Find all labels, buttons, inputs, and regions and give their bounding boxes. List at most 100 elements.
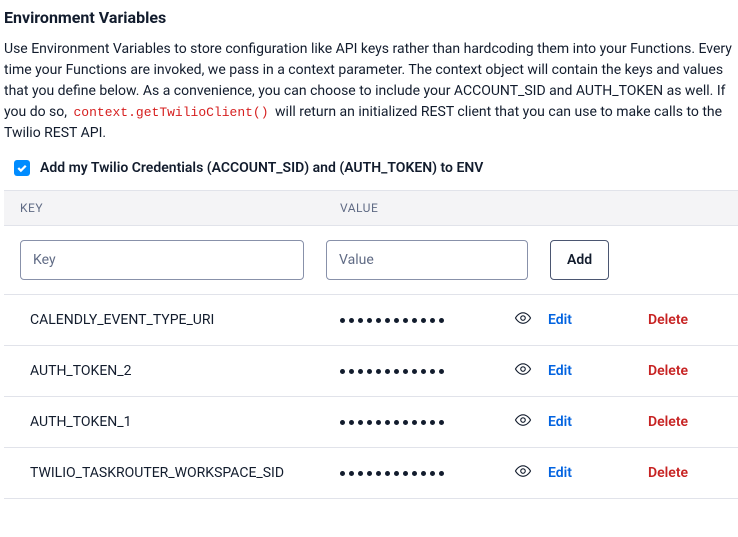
- mask-dot: [394, 471, 399, 476]
- mask-dot: [367, 369, 372, 374]
- edit-button[interactable]: Edit: [548, 414, 572, 430]
- mask-dot: [340, 318, 345, 323]
- delete-button[interactable]: Delete: [648, 414, 688, 430]
- env-table: KEY VALUE Add CALENDLY_EVENT_TYPE_URI Edi…: [4, 190, 738, 499]
- edit-button[interactable]: Edit: [548, 465, 572, 481]
- mask-dot: [430, 318, 435, 323]
- column-header-key: KEY: [20, 201, 340, 215]
- mask-dot: [376, 369, 381, 374]
- mask-dot: [439, 420, 444, 425]
- mask-dot: [403, 471, 408, 476]
- delete-cell: Delete: [648, 414, 688, 430]
- delete-button[interactable]: Delete: [648, 363, 688, 379]
- mask-dot: [376, 471, 381, 476]
- eye-icon: [514, 360, 532, 382]
- check-icon: [16, 162, 28, 174]
- mask-dot: [358, 318, 363, 323]
- edit-button[interactable]: Edit: [548, 312, 572, 328]
- eye-icon: [514, 309, 532, 331]
- env-key: AUTH_TOKEN_2: [30, 363, 340, 379]
- mask-dot: [421, 318, 426, 323]
- mask-dot: [421, 369, 426, 374]
- eye-icon: [514, 411, 532, 433]
- mask-dot: [358, 420, 363, 425]
- mask-dot: [412, 369, 417, 374]
- reveal-cell: [498, 411, 548, 433]
- mask-dot: [430, 471, 435, 476]
- credentials-checkbox-row: Add my Twilio Credentials (ACCOUNT_SID) …: [4, 160, 738, 176]
- mask-dot: [376, 318, 381, 323]
- mask-dot: [349, 420, 354, 425]
- table-row: TWILIO_TASKROUTER_WORKSPACE_SID Edit Delet…: [4, 448, 738, 499]
- edit-cell: Edit: [548, 363, 648, 379]
- column-header-value: VALUE: [340, 201, 722, 215]
- mask-dot: [394, 369, 399, 374]
- edit-button[interactable]: Edit: [548, 363, 572, 379]
- mask-dot: [412, 420, 417, 425]
- env-value-masked: [340, 471, 498, 476]
- value-input[interactable]: [326, 240, 528, 280]
- credentials-checkbox[interactable]: [14, 160, 30, 176]
- mask-dot: [412, 471, 417, 476]
- mask-dot: [412, 318, 417, 323]
- mask-dot: [340, 369, 345, 374]
- mask-dot: [439, 318, 444, 323]
- mask-dot: [394, 318, 399, 323]
- reveal-cell: [498, 462, 548, 484]
- env-key: AUTH_TOKEN_1: [30, 414, 340, 430]
- page-title: Environment Variables: [4, 8, 738, 27]
- key-input[interactable]: [20, 240, 304, 280]
- mask-dot: [394, 420, 399, 425]
- reveal-button[interactable]: [514, 411, 532, 433]
- mask-dot: [439, 369, 444, 374]
- reveal-cell: [498, 309, 548, 331]
- mask-dot: [385, 420, 390, 425]
- edit-cell: Edit: [548, 414, 648, 430]
- delete-button[interactable]: Delete: [648, 465, 688, 481]
- delete-button[interactable]: Delete: [648, 312, 688, 328]
- reveal-button[interactable]: [514, 462, 532, 484]
- reveal-button[interactable]: [514, 360, 532, 382]
- description-code: context.getTwilioClient(): [71, 104, 272, 121]
- mask-dot: [340, 471, 345, 476]
- delete-cell: Delete: [648, 465, 688, 481]
- mask-dot: [367, 471, 372, 476]
- env-value-masked: [340, 369, 498, 374]
- credentials-checkbox-label: Add my Twilio Credentials (ACCOUNT_SID) …: [40, 160, 483, 176]
- add-row: Add: [4, 226, 738, 295]
- env-value-masked: [340, 420, 498, 425]
- mask-dot: [349, 318, 354, 323]
- mask-dot: [421, 420, 426, 425]
- mask-dot: [430, 420, 435, 425]
- env-key: TWILIO_TASKROUTER_WORKSPACE_SID: [30, 465, 340, 481]
- edit-cell: Edit: [548, 312, 648, 328]
- reveal-button[interactable]: [514, 309, 532, 331]
- mask-dot: [367, 318, 372, 323]
- delete-cell: Delete: [648, 363, 688, 379]
- mask-dot: [385, 369, 390, 374]
- eye-icon: [514, 462, 532, 484]
- table-row: AUTH_TOKEN_2 Edit Delete: [4, 346, 738, 397]
- table-row: AUTH_TOKEN_1 Edit Delete: [4, 397, 738, 448]
- mask-dot: [403, 369, 408, 374]
- mask-dot: [340, 420, 345, 425]
- env-key: CALENDLY_EVENT_TYPE_URI: [30, 312, 340, 328]
- mask-dot: [421, 471, 426, 476]
- mask-dot: [358, 369, 363, 374]
- edit-cell: Edit: [548, 465, 648, 481]
- add-button[interactable]: Add: [550, 240, 609, 280]
- mask-dot: [376, 420, 381, 425]
- table-row: CALENDLY_EVENT_TYPE_URI Edit Delete: [4, 295, 738, 346]
- reveal-cell: [498, 360, 548, 382]
- mask-dot: [349, 471, 354, 476]
- env-value-masked: [340, 318, 498, 323]
- mask-dot: [439, 471, 444, 476]
- mask-dot: [430, 369, 435, 374]
- mask-dot: [385, 318, 390, 323]
- mask-dot: [367, 420, 372, 425]
- mask-dot: [403, 420, 408, 425]
- mask-dot: [403, 318, 408, 323]
- mask-dot: [349, 369, 354, 374]
- delete-cell: Delete: [648, 312, 688, 328]
- table-header: KEY VALUE: [4, 190, 738, 226]
